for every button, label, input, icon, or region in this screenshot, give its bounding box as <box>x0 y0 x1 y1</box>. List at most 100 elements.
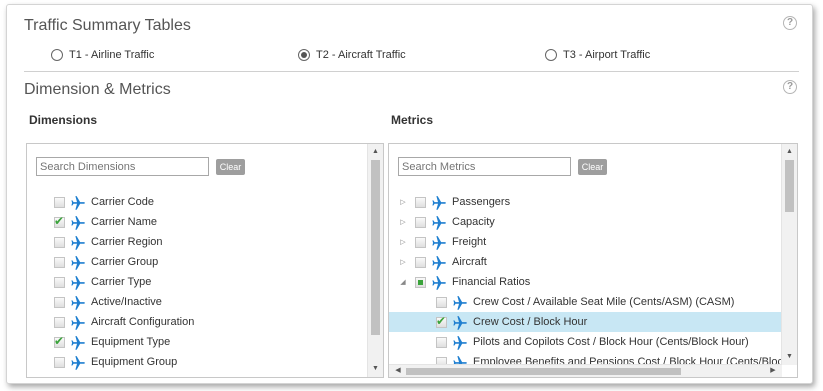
checkbox[interactable] <box>54 256 65 268</box>
dimension-item[interactable]: Carrier Name <box>27 212 367 232</box>
tree-item-label: Freight <box>452 236 487 248</box>
airplane-icon <box>432 255 446 270</box>
radio-t3-circle[interactable] <box>545 49 557 61</box>
tree-item-label: Aircraft Configuration <box>91 316 195 328</box>
dimensions-panel: Clear Carrier Code Carrier Name Carrier Re… <box>26 143 384 378</box>
scroll-up-arrow-icon[interactable]: ▲ <box>368 146 383 158</box>
tree-item-label: Carrier Name <box>91 216 158 228</box>
checkbox[interactable] <box>54 356 65 368</box>
airplane-icon <box>71 255 85 270</box>
metric-group[interactable]: ▷ Capacity <box>389 212 781 232</box>
tree-item-label: Capacity <box>452 216 495 228</box>
tree-item-label: Carrier Region <box>91 236 163 248</box>
radio-t1[interactable]: T1 - Airline Traffic <box>51 49 154 61</box>
traffic-help-icon[interactable]: ? <box>783 16 797 30</box>
scroll-thumb[interactable] <box>785 160 794 212</box>
metrics-horizontal-scrollbar[interactable]: ◀ ▶ <box>389 364 782 377</box>
radio-t1-circle[interactable] <box>51 49 63 61</box>
tree-item-label: Financial Ratios <box>452 276 531 288</box>
metrics-vertical-scrollbar[interactable]: ▲ ▼ <box>781 144 797 365</box>
dimension-metrics-title: Dimension & Metrics <box>24 81 171 98</box>
expand-right-icon[interactable]: ▷ <box>398 258 408 266</box>
radio-t2-circle[interactable] <box>298 49 310 61</box>
checkbox[interactable] <box>54 276 65 288</box>
radio-t3-label: T3 - Airport Traffic <box>563 49 651 61</box>
checkbox[interactable] <box>415 236 426 248</box>
airplane-icon <box>71 335 85 350</box>
expand-right-icon[interactable]: ▷ <box>398 238 408 246</box>
checkbox[interactable] <box>54 316 65 328</box>
dimension-item[interactable]: Active/Inactive <box>27 292 367 312</box>
airplane-icon <box>71 355 85 370</box>
checkbox[interactable] <box>54 214 65 228</box>
tree-item-label: Crew Cost / Available Seat Mile (Cents/A… <box>473 296 735 308</box>
metric-group[interactable]: ◢ Financial Ratios <box>389 272 781 292</box>
metric-item[interactable]: Pilots and Copilots Cost / Block Hour (C… <box>389 332 781 352</box>
dimensions-clear-button[interactable]: Clear <box>216 159 245 175</box>
tree-item-label: Crew Cost / Block Hour <box>473 316 588 328</box>
dimension-item[interactable]: Carrier Region <box>27 232 367 252</box>
metric-group[interactable]: ▷ Aircraft <box>389 252 781 272</box>
radio-t1-label: T1 - Airline Traffic <box>69 49 155 61</box>
airplane-icon <box>71 215 85 230</box>
airplane-icon <box>432 275 446 290</box>
checkbox[interactable] <box>54 236 65 248</box>
checkbox[interactable] <box>436 336 447 348</box>
section-divider <box>24 71 799 72</box>
checkbox[interactable] <box>415 276 426 288</box>
airplane-icon <box>71 275 85 290</box>
dimension-item[interactable]: Equipment Type <box>27 332 367 352</box>
metrics-clear-button[interactable]: Clear <box>578 159 607 175</box>
checkbox[interactable] <box>54 296 65 308</box>
dimension-metrics-help-icon[interactable]: ? <box>783 80 797 94</box>
tree-item-label: Equipment Type <box>91 336 171 348</box>
radio-t2[interactable]: T2 - Aircraft Traffic <box>298 49 406 61</box>
tree-item-label: Carrier Type <box>91 276 152 288</box>
checkbox[interactable] <box>54 334 65 348</box>
metrics-search-input[interactable] <box>398 157 571 176</box>
expand-right-icon[interactable]: ▷ <box>398 198 408 206</box>
metric-group[interactable]: ▷ Freight <box>389 232 781 252</box>
airplane-icon <box>432 215 446 230</box>
checkbox[interactable] <box>415 256 426 268</box>
dimension-item[interactable]: Carrier Group <box>27 252 367 272</box>
dimension-item[interactable]: Carrier Code <box>27 192 367 212</box>
tree-item-label: Carrier Code <box>91 196 154 208</box>
scroll-up-arrow-icon[interactable]: ▲ <box>782 146 797 158</box>
metric-group[interactable]: ▷ Passengers <box>389 192 781 212</box>
tree-item-label: Aircraft <box>452 256 487 268</box>
airplane-icon <box>71 195 85 210</box>
scroll-left-arrow-icon[interactable]: ◀ <box>392 365 404 377</box>
scroll-thumb[interactable] <box>371 160 380 335</box>
dimension-item[interactable]: Carrier Type <box>27 272 367 292</box>
checkbox[interactable] <box>436 314 447 328</box>
metrics-panel: Clear ▷ Passengers ▷ Capacity ▷ Freight ▷ Aircr… <box>388 143 798 378</box>
metric-item[interactable]: Crew Cost / Block Hour <box>389 312 781 332</box>
airplane-icon <box>432 235 446 250</box>
tree-item-label: Carrier Group <box>91 256 159 268</box>
tree-item-label: Passengers <box>452 196 511 208</box>
airplane-icon <box>453 335 467 350</box>
dimensions-search-input[interactable] <box>36 157 209 176</box>
airplane-icon <box>71 315 85 330</box>
scroll-down-arrow-icon[interactable]: ▼ <box>368 363 383 375</box>
checkbox[interactable] <box>415 216 426 228</box>
dimension-item[interactable]: Equipment Group <box>27 352 367 372</box>
scroll-thumb[interactable] <box>406 368 681 375</box>
expand-down-icon[interactable]: ◢ <box>398 278 408 286</box>
scroll-down-arrow-icon[interactable]: ▼ <box>782 351 797 363</box>
metric-item[interactable]: Crew Cost / Available Seat Mile (Cents/A… <box>389 292 781 312</box>
checkbox[interactable] <box>436 296 447 308</box>
checkbox[interactable] <box>415 196 426 208</box>
dimensions-vertical-scrollbar[interactable]: ▲ ▼ <box>367 144 383 377</box>
scroll-right-arrow-icon[interactable]: ▶ <box>767 365 779 377</box>
dimension-item[interactable]: Aircraft Configuration <box>27 312 367 332</box>
traffic-summary-title: Traffic Summary Tables <box>24 17 191 34</box>
airplane-icon <box>71 295 85 310</box>
airplane-icon <box>71 235 85 250</box>
radio-t3[interactable]: T3 - Airport Traffic <box>545 49 650 61</box>
expand-right-icon[interactable]: ▷ <box>398 218 408 226</box>
dimensions-heading: Dimensions <box>29 113 98 127</box>
tree-item-label: Active/Inactive <box>91 296 162 308</box>
checkbox[interactable] <box>54 196 65 208</box>
